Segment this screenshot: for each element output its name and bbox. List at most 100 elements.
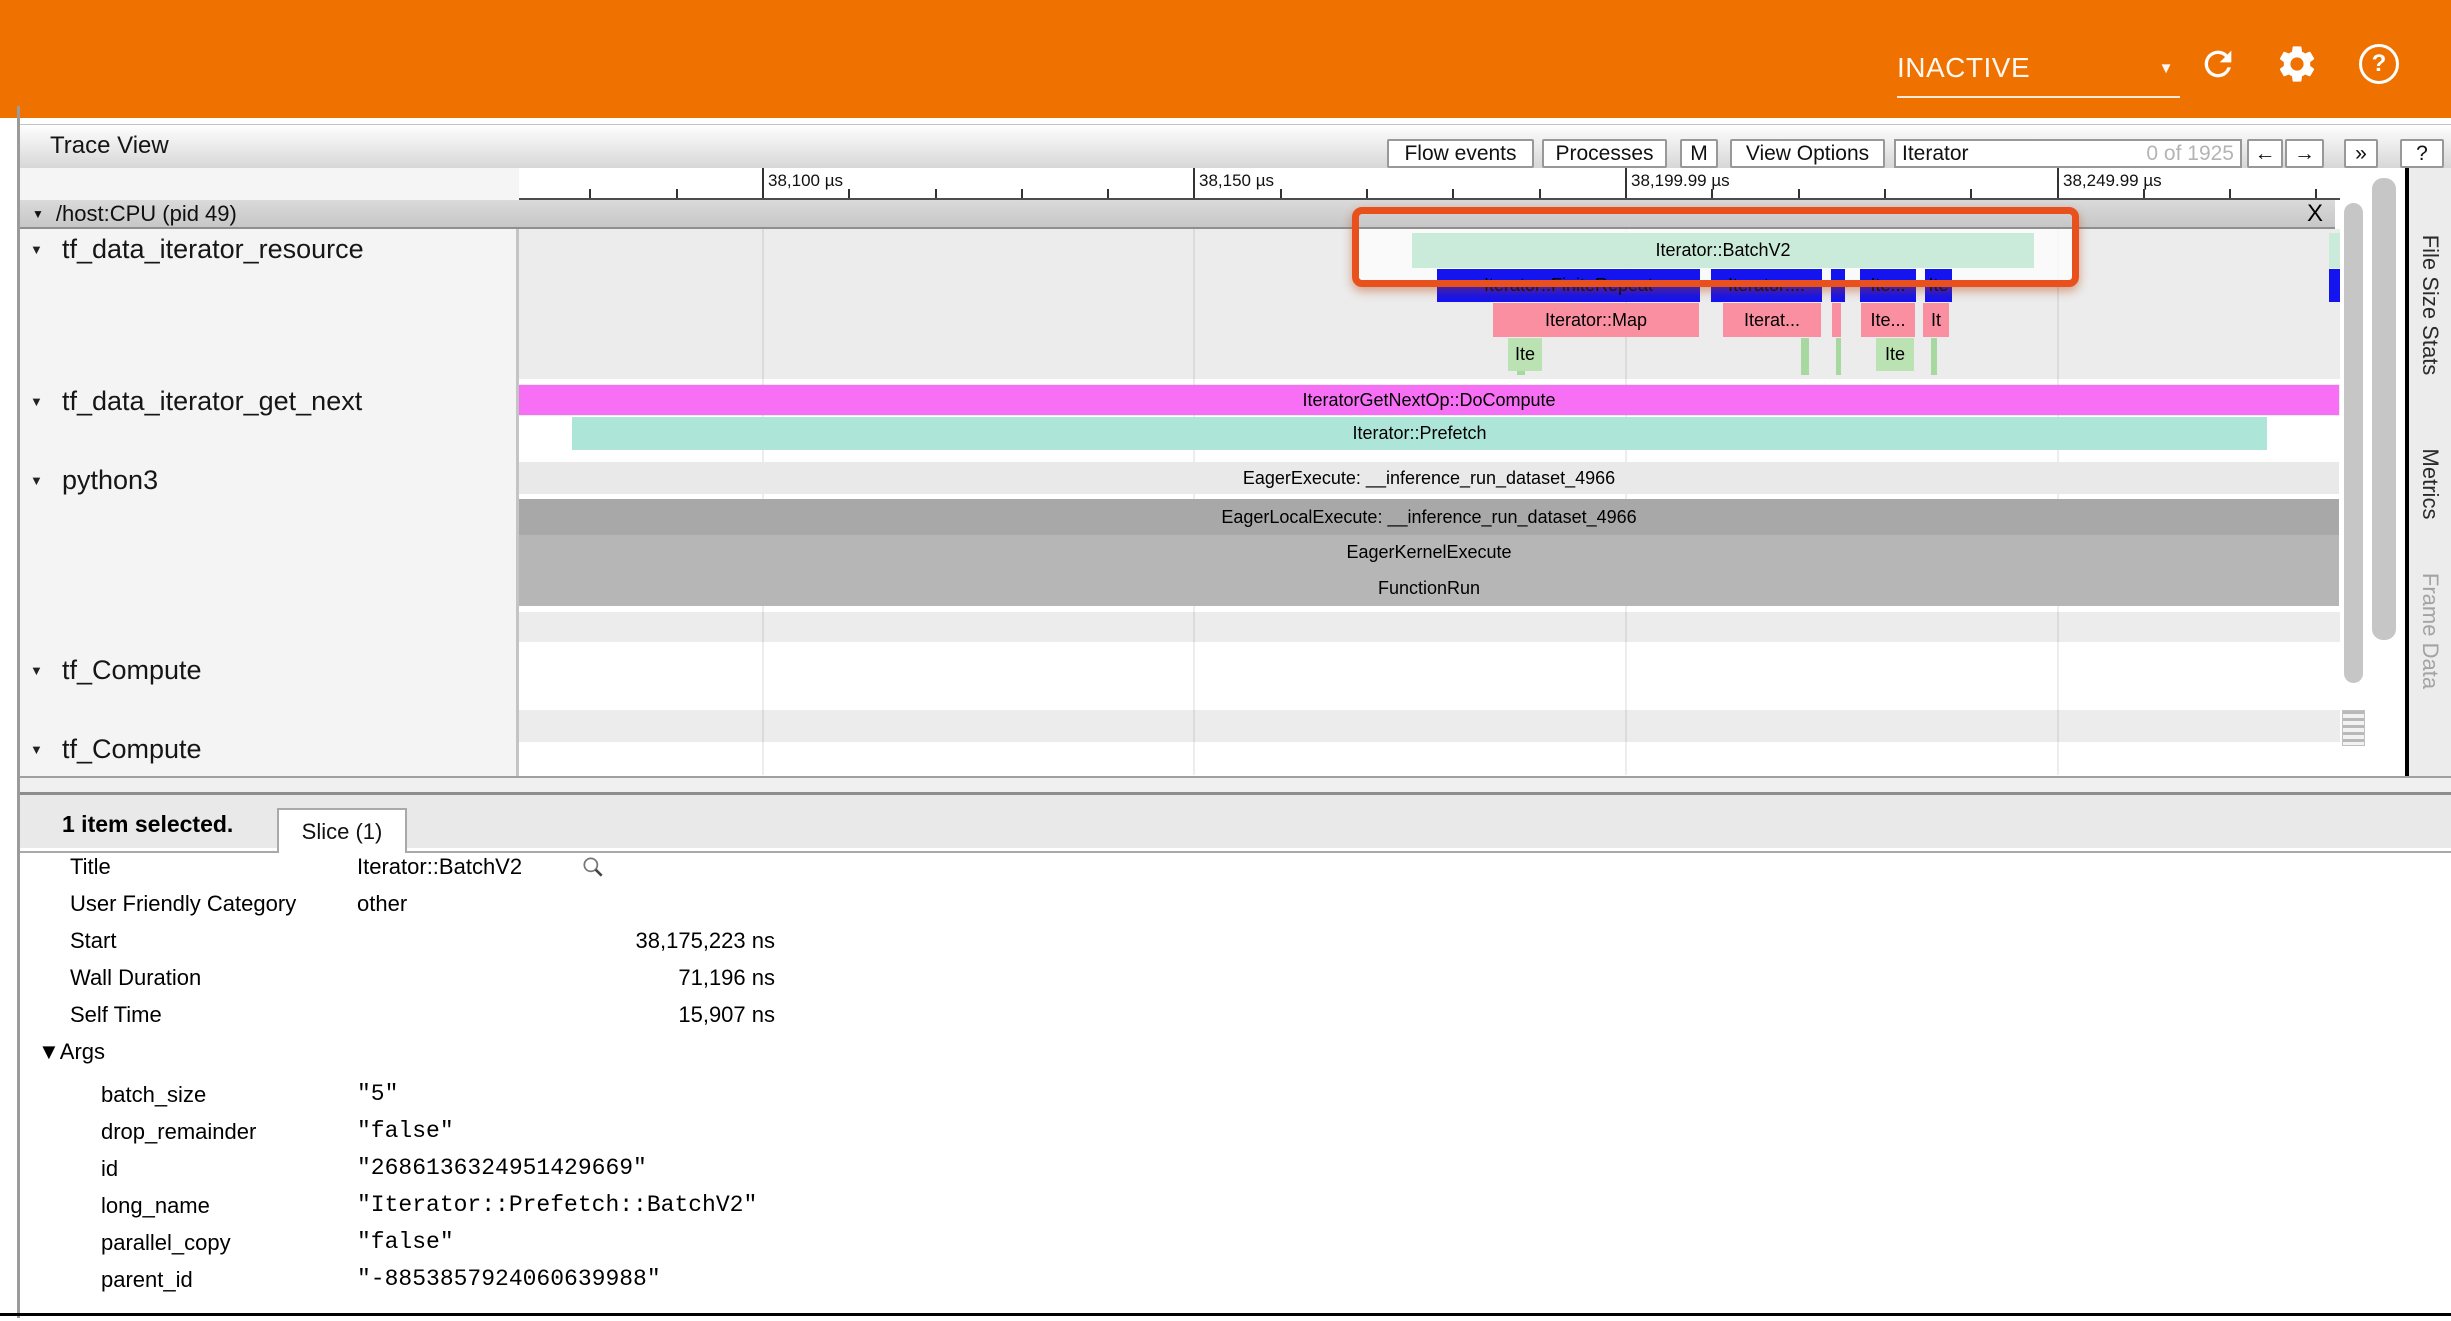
processes-button[interactable]: Processes <box>1542 139 1667 168</box>
ruler-minor-tick <box>848 189 850 198</box>
ruler-minor-tick <box>1711 189 1713 198</box>
ruler-minor-tick <box>676 189 678 198</box>
arg-row: long_name"Iterator::Prefetch::BatchV2" <box>20 1187 1220 1224</box>
detail-label: Title <box>70 848 111 885</box>
trace-slice[interactable]: FunctionRun <box>519 570 2339 606</box>
arg-key: parent_id <box>101 1261 193 1298</box>
ruler-minor-tick <box>1884 189 1886 198</box>
arg-value: "2686136324951429669" <box>357 1150 647 1187</box>
search-box: 0 of 1925 <box>1894 139 2242 168</box>
arg-row: parent_id"-8853857924060639988" <box>20 1261 1220 1298</box>
detail-label: User Friendly Category <box>70 885 296 922</box>
sidebar-tab-frame-data[interactable]: Frame Data <box>2417 573 2443 689</box>
ruler-left-spacer <box>20 168 519 200</box>
ruler-minor-tick <box>1539 189 1541 198</box>
collapse-triangle-icon[interactable]: ▼ <box>30 242 62 257</box>
track-label-text: tf_data_iterator_get_next <box>62 386 362 417</box>
arg-row: batch_size "5" <box>20 1076 1220 1113</box>
metadata-button[interactable]: M <box>1680 139 1718 168</box>
track-background-stripe <box>519 710 2340 742</box>
tab-slice[interactable]: Slice (1) <box>277 808 407 853</box>
trace-slice[interactable]: EagerLocalExecute: __inference_run_datas… <box>519 499 2339 535</box>
view-options-button[interactable]: View Options <box>1730 139 1885 168</box>
arg-row: id "2686136324951429669" <box>20 1150 1220 1187</box>
detail-value: 71,196 ns <box>357 959 775 996</box>
trace-slice[interactable] <box>1836 338 1841 375</box>
outer-scrollbar-thumb[interactable] <box>2372 178 2396 640</box>
arg-key: id <box>101 1150 118 1187</box>
detail-value: other <box>357 885 407 922</box>
close-process-button[interactable]: X <box>2307 200 2323 227</box>
trace-slice[interactable] <box>1801 338 1809 375</box>
find-prev-button[interactable]: ← <box>2247 139 2283 168</box>
refresh-icon[interactable] <box>2196 42 2240 86</box>
ruler-minor-tick <box>2229 189 2231 198</box>
args-section-header[interactable]: ▼Args <box>38 1033 105 1070</box>
track-label-tf_data_iterator_resource[interactable]: ▼tf_data_iterator_resource <box>30 234 364 265</box>
ruler-minor-tick <box>1280 189 1282 198</box>
ruler-tick-label: 38,199.99 µs <box>1631 171 1730 191</box>
trace-viewer-app: INACTIVE ▼ ? Trace View Flow events Proc… <box>0 0 2451 1321</box>
detail-row: User Friendly Category other <box>20 885 1220 922</box>
trace-slice[interactable]: EagerKernelExecute <box>519 535 2339 570</box>
trace-slice[interactable] <box>1931 338 1937 375</box>
track-label-tf_data_iterator_get_next[interactable]: ▼tf_data_iterator_get_next <box>30 386 362 417</box>
trace-slice[interactable]: Iterator::Map <box>1493 303 1699 337</box>
ruler-tick <box>2057 168 2059 198</box>
search-input[interactable] <box>1902 141 2132 166</box>
track-label-text: tf_Compute <box>62 734 202 765</box>
more-options-button[interactable]: » <box>2344 139 2378 168</box>
horizontal-scrollbar-track[interactable] <box>20 778 2451 792</box>
collapse-triangle-icon[interactable]: ▼ <box>30 663 62 678</box>
resize-grippy-icon[interactable] <box>2342 710 2365 746</box>
run-status-select[interactable]: INACTIVE ▼ <box>1897 40 2180 98</box>
arg-value: "Iterator::Prefetch::BatchV2" <box>357 1187 757 1224</box>
detail-label: Wall Duration <box>70 959 201 996</box>
search-result-count: 0 of 1925 <box>2146 141 2234 166</box>
gear-icon[interactable] <box>2275 42 2319 86</box>
arg-key: batch_size <box>101 1076 206 1113</box>
track-label-tf_Compute[interactable]: ▼tf_Compute <box>30 655 202 686</box>
detail-row: TitleIterator::BatchV2 <box>20 848 1220 885</box>
trace-slice[interactable]: Iterator::Prefetch <box>572 417 2267 450</box>
arg-value: "5" <box>357 1076 398 1113</box>
track-label-text: tf_Compute <box>62 655 202 686</box>
trace-slice[interactable]: Ite <box>1508 338 1542 371</box>
run-status-value: INACTIVE <box>1897 52 2030 84</box>
trace-slice[interactable]: IteratorGetNextOp::DoCompute <box>519 385 2339 415</box>
track-background-stripe <box>519 612 2340 642</box>
arg-row: drop_remainder"false" <box>20 1113 1220 1150</box>
flow-events-button[interactable]: Flow events <box>1387 139 1534 168</box>
trace-slice[interactable]: EagerExecute: __inference_run_dataset_49… <box>519 462 2339 494</box>
shortcuts-help-button[interactable]: ? <box>2400 139 2444 168</box>
arg-key: parallel_copy <box>101 1224 231 1261</box>
window-bottom-border <box>0 1313 2451 1316</box>
ruler-minor-tick <box>1107 189 1109 198</box>
trace-slice[interactable]: Ite... <box>1861 303 1915 337</box>
track-label-pane <box>20 229 516 777</box>
track-label-tf_Compute[interactable]: ▼tf_Compute <box>30 734 202 765</box>
ruler-tick-label: 38,249.99 µs <box>2063 171 2162 191</box>
trace-slice[interactable]: Iterat... <box>1723 303 1821 337</box>
trace-slice[interactable] <box>1832 303 1841 337</box>
ruler-tick <box>762 168 764 198</box>
track-label-text: tf_data_iterator_resource <box>62 234 364 265</box>
collapse-triangle-icon[interactable]: ▼ <box>30 473 62 488</box>
collapse-triangle-icon[interactable]: ▼ <box>32 207 44 221</box>
collapse-triangle-icon[interactable]: ▼ <box>30 742 62 757</box>
sidebar-tab-file-size-stats[interactable]: File Size Stats <box>2417 235 2443 376</box>
trace-slice[interactable] <box>2329 233 2340 268</box>
trace-slice[interactable]: Ite <box>1876 338 1914 371</box>
slice-details-table: TitleIterator::BatchV2User Friendly Cate… <box>20 848 2451 1315</box>
collapse-triangle-icon[interactable]: ▼ <box>30 394 62 409</box>
vertical-scrollbar-thumb[interactable] <box>2344 203 2363 683</box>
sidebar-tab-metrics[interactable]: Metrics <box>2417 449 2443 520</box>
ruler-minor-tick <box>1798 189 1800 198</box>
trace-slice[interactable] <box>2329 269 2340 302</box>
find-next-button[interactable]: → <box>2285 139 2324 168</box>
magnifier-icon[interactable] <box>580 854 606 885</box>
track-label-python3[interactable]: ▼python3 <box>30 465 158 496</box>
help-icon[interactable]: ? <box>2357 42 2401 86</box>
trace-slice[interactable]: It <box>1923 303 1949 337</box>
arg-row: parallel_copy"false" <box>20 1224 1220 1261</box>
